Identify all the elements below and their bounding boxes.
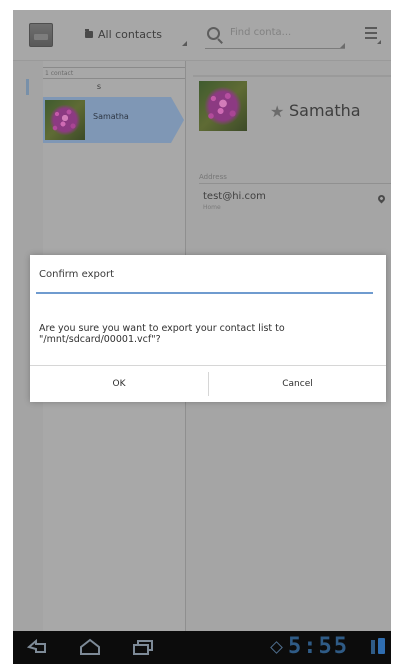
dialog-title-divider bbox=[36, 292, 373, 294]
contact-list-item[interactable]: Samatha bbox=[43, 97, 184, 143]
tablet-screen: All contacts Find conta... 1 contact s S… bbox=[13, 10, 391, 664]
screen: All contacts Find conta... 1 contact s S… bbox=[0, 0, 395, 664]
home-icon[interactable] bbox=[79, 638, 101, 656]
contact-count-header: 1 contact bbox=[43, 67, 186, 79]
signal-icon bbox=[371, 640, 375, 654]
action-bar: All contacts Find conta... bbox=[13, 10, 391, 61]
address-type-label: Home bbox=[203, 204, 221, 211]
search-corner-indicator-icon bbox=[340, 43, 345, 48]
dialog-title: Confirm export bbox=[39, 269, 114, 280]
map-pin-icon[interactable] bbox=[376, 193, 387, 204]
dialog-button-bar: OK Cancel bbox=[30, 365, 386, 403]
address-section-heading: Address bbox=[199, 173, 227, 181]
contacts-filter-dropdown[interactable]: All contacts bbox=[85, 22, 187, 48]
dialog-message: Are you sure you want to export your con… bbox=[39, 323, 285, 345]
ok-button[interactable]: OK bbox=[30, 366, 208, 403]
contact-display-name: Samatha bbox=[289, 101, 361, 120]
section-header-letter: s bbox=[96, 82, 102, 91]
contact-photo[interactable] bbox=[199, 81, 247, 131]
dropdown-indicator-icon bbox=[182, 41, 187, 46]
search-icon bbox=[207, 27, 220, 40]
section-divider bbox=[199, 183, 391, 184]
confirm-export-dialog: Confirm export Are you sure you want to … bbox=[30, 255, 386, 402]
system-navigation-bar: 5:55 bbox=[13, 631, 391, 664]
filter-label: All contacts bbox=[98, 28, 163, 41]
contacts-app-icon[interactable] bbox=[29, 23, 53, 47]
address-value[interactable]: test@hi.com bbox=[203, 191, 266, 202]
contact-name: Samatha bbox=[93, 112, 129, 121]
search-field[interactable]: Find conta... bbox=[205, 22, 345, 49]
menu-icon[interactable] bbox=[365, 27, 381, 44]
folder-icon bbox=[85, 29, 93, 38]
cancel-button[interactable]: Cancel bbox=[209, 366, 386, 403]
contact-photo-thumbnail bbox=[45, 100, 85, 140]
recent-apps-icon[interactable] bbox=[132, 639, 154, 655]
battery-icon bbox=[378, 638, 385, 654]
detail-header-rule bbox=[193, 75, 391, 77]
back-icon[interactable] bbox=[27, 639, 49, 655]
notification-icon[interactable] bbox=[270, 641, 283, 654]
search-placeholder: Find conta... bbox=[230, 27, 292, 38]
fast-scroll-thumb[interactable] bbox=[26, 79, 29, 95]
clock[interactable]: 5:55 bbox=[288, 634, 349, 660]
star-icon[interactable]: ★ bbox=[270, 102, 284, 121]
selection-indicator bbox=[171, 97, 184, 143]
